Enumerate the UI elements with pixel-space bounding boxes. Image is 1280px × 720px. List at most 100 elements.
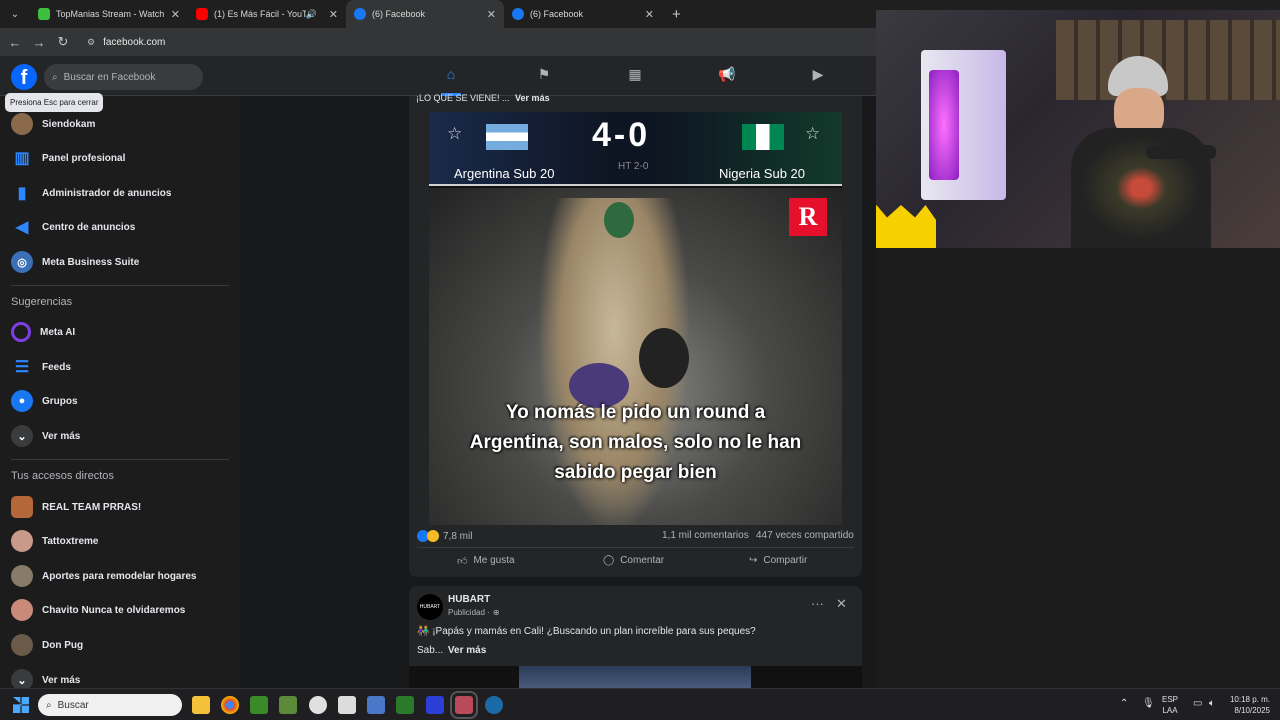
speaker-icon[interactable]: 🔊 — [306, 9, 317, 20]
back-arrow-icon[interactable]: ← — [3, 35, 27, 50]
globe-icon: ⊕ — [492, 608, 500, 617]
notepad-icon[interactable] — [338, 696, 356, 714]
more-options-icon[interactable]: ··· — [811, 596, 824, 611]
chrome-icon[interactable] — [221, 696, 239, 714]
thumbs-up-icon: 👍︎ — [457, 556, 468, 567]
comment-button[interactable]: ◯ Comentar — [603, 555, 664, 566]
site-info-icon[interactable]: ⚙ — [87, 37, 95, 48]
game-launcher-icon[interactable] — [279, 696, 297, 714]
tab-topmanias[interactable]: TopManias Stream - Watch Live ✕ — [30, 0, 188, 28]
volume-icon[interactable]: 🔈︎ — [1209, 698, 1215, 709]
shortcut-real-team-prras[interactable]: REAL TEAM PRRAS! — [11, 494, 141, 520]
close-tab-icon[interactable]: ✕ — [329, 8, 338, 21]
shortcut-don-pug[interactable]: Don Pug — [11, 632, 83, 658]
chevron-up-icon[interactable]: ⌃ — [1120, 698, 1128, 709]
new-tab-button[interactable]: + — [662, 6, 691, 23]
like-label: Me gusta — [473, 555, 515, 566]
calculator-icon[interactable] — [367, 696, 385, 714]
boxing-glove-icon — [639, 328, 689, 388]
post-image[interactable]: ☆ 4-0 ☆ Argentina Sub 20 HT 2-0 Nigeria … — [429, 112, 842, 525]
active-app-icon[interactable] — [450, 691, 478, 719]
star-icon[interactable]: ☆ — [447, 124, 462, 144]
sidebar-item-ads-manager[interactable]: ▮ Administrador de anuncios — [11, 180, 172, 206]
sidebar-item-see-more[interactable]: ⌄ Ver más — [11, 423, 80, 449]
microphone-icon[interactable]: 🎙︎ — [1142, 698, 1155, 709]
share-button[interactable]: ↪ Compartir — [749, 555, 807, 566]
sidebar-item-ad-center[interactable]: ◀ Centro de anuncios — [11, 214, 136, 240]
home-nav-icon[interactable]: ⌂ — [441, 66, 461, 86]
close-tab-icon[interactable]: ✕ — [645, 8, 654, 21]
tab-search-chevron-icon[interactable]: ⌄ — [0, 0, 30, 28]
post-author[interactable]: HUBART — [448, 594, 490, 605]
close-tab-icon[interactable]: ✕ — [487, 8, 496, 21]
tab-facebook-active[interactable]: (6) Facebook ✕ — [346, 0, 504, 28]
sidebar-item-meta-ai[interactable]: Meta AI — [11, 319, 75, 345]
steam-icon[interactable] — [485, 696, 503, 714]
facebook-header: f ⌕ Buscar en Facebook ⌂ ⚑ ▦ 📢 ▶ — [0, 56, 876, 96]
reaction-count: 7,8 mil — [443, 530, 473, 542]
network-icon[interactable]: ▭ — [1193, 698, 1202, 709]
sidebar-item-label: Feeds — [42, 361, 71, 373]
url-field[interactable]: ⚙ facebook.com — [87, 37, 165, 48]
caption-line: Yo nomás le pido un round a — [505, 402, 766, 423]
sponsored-post-card: HUBART HUBART Publicidad · ⊕ ··· ✕ 👫 ¡Pa… — [409, 586, 862, 688]
sidebar-item-label: Grupos — [42, 395, 78, 407]
close-tab-icon[interactable]: ✕ — [171, 8, 180, 21]
comment-label: Comentar — [620, 555, 665, 566]
sidebar-item-panel[interactable]: ▥ Panel profesional — [11, 145, 125, 171]
shortcut-chavito[interactable]: Chavito Nunca te olvidaremos — [11, 597, 185, 623]
shortcut-label: Tattoxtreme — [42, 535, 99, 547]
reload-icon[interactable]: ↻ — [51, 34, 75, 50]
meme-caption: Yo nomás le pido un round a Argentina, s… — [429, 398, 842, 488]
g-app-icon[interactable] — [309, 696, 327, 714]
see-more-link[interactable]: Ver más — [448, 645, 486, 656]
file-explorer-icon[interactable] — [192, 696, 210, 714]
comments-count[interactable]: 1,1 mil comentarios — [662, 530, 749, 541]
tab-title: TopManias Stream - Watch Live — [56, 9, 165, 19]
reactions-summary[interactable]: 7,8 mil — [417, 530, 472, 542]
see-more-link[interactable]: Ver más — [515, 93, 550, 103]
media-app-icon[interactable] — [396, 696, 414, 714]
clock-time: 10:18 p. m. — [1229, 695, 1270, 704]
sidebar-item-label: Ver más — [42, 430, 81, 442]
facebook-search-input[interactable]: ⌕ Buscar en Facebook — [44, 64, 203, 90]
post-text-content: Sab... — [417, 645, 444, 656]
shares-count[interactable]: 447 veces compartido — [756, 530, 854, 541]
clock[interactable]: 10:18 p. m. 8/10/2025 — [1226, 694, 1270, 716]
v-app-icon[interactable] — [426, 696, 444, 714]
taskbar-search[interactable]: ⌕ Buscar — [38, 694, 182, 716]
sponsored-label[interactable]: Publicidad · — [448, 608, 490, 617]
sidebar-item-groups[interactable]: ● Grupos — [11, 388, 78, 414]
star-icon[interactable]: ☆ — [805, 124, 820, 144]
post-media[interactable] — [409, 666, 862, 688]
facebook-logo-icon[interactable]: f — [11, 64, 37, 90]
ads-megaphone-icon[interactable]: 📢 — [717, 66, 737, 86]
video-icon[interactable]: ▶ — [808, 66, 828, 86]
avatar — [11, 565, 33, 587]
halftime: HT 2-0 — [618, 161, 649, 172]
avatar — [11, 113, 33, 135]
tooltip: Presiona Esc para cerrar — [5, 93, 104, 112]
brand-badge: R — [789, 198, 827, 236]
post-meta: Publicidad · ⊕ — [448, 608, 500, 617]
sidebar-item-siendokam[interactable]: Siendokam — [11, 111, 95, 137]
forward-arrow-icon[interactable]: → — [27, 35, 51, 50]
tab-youtube[interactable]: (1) Es Más Fácil - YouTube 🔊 ✕ — [188, 0, 346, 28]
language-indicator[interactable]: ESP LAA — [1162, 694, 1178, 716]
dashboard-icon[interactable]: ▦ — [625, 66, 645, 86]
sidebar-item-business-suite[interactable]: ◎ Meta Business Suite — [11, 249, 139, 275]
shortcut-tattoxtreme[interactable]: Tattoxtreme — [11, 528, 99, 554]
like-button[interactable]: 👍︎ Me gusta — [457, 555, 515, 567]
close-icon[interactable]: ✕ — [836, 596, 847, 612]
avatar — [11, 599, 33, 621]
shortcut-label: REAL TEAM PRRAS! — [42, 501, 142, 513]
post-text: 👫 ¡Papás y mamás en Cali! ¿Buscando un p… — [417, 626, 756, 637]
sidebar-item-feeds[interactable]: ☰ Feeds — [11, 354, 71, 380]
group-avatar — [11, 496, 33, 518]
minecraft-icon[interactable] — [250, 696, 268, 714]
pages-flag-icon[interactable]: ⚑ — [534, 66, 554, 86]
avatar[interactable]: HUBART — [417, 594, 443, 620]
tab-facebook[interactable]: (6) Facebook ✕ — [504, 0, 662, 28]
windows-start-icon[interactable] — [13, 697, 29, 713]
shortcut-aportes[interactable]: Aportes para remodelar hogares — [11, 563, 197, 589]
